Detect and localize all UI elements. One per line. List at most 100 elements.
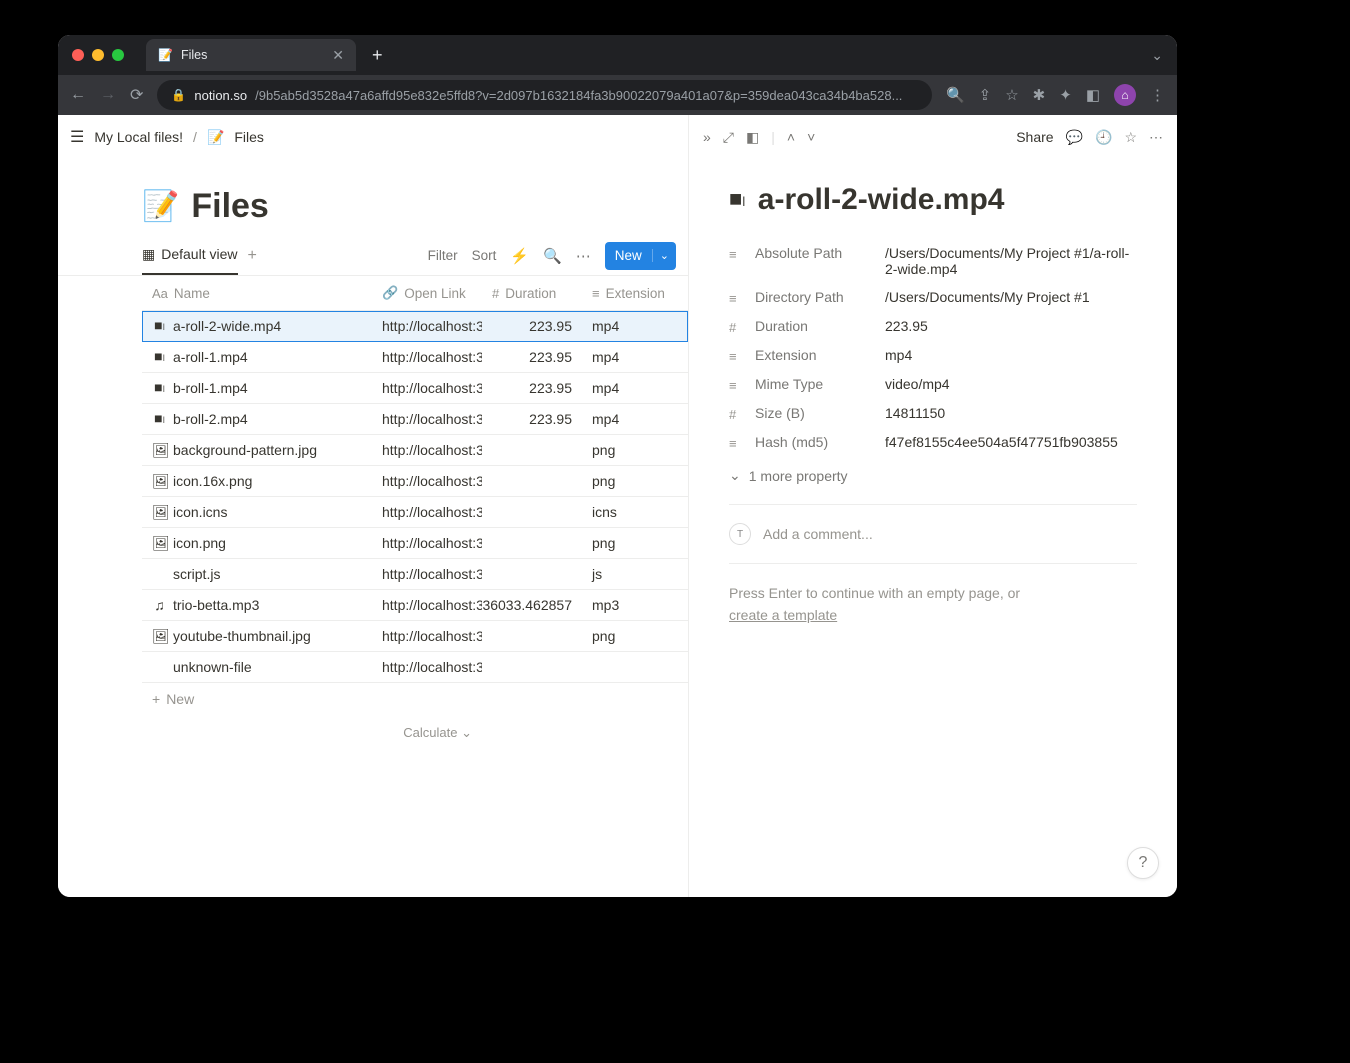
reload-button[interactable]: ⟳	[130, 85, 143, 105]
back-button[interactable]: ←	[70, 86, 86, 104]
cell-name[interactable]: ■၊b-roll-1.mp4	[142, 373, 372, 403]
share-page-icon[interactable]: ⇪	[979, 86, 992, 104]
cell-link[interactable]: http://localhost:30	[372, 652, 482, 682]
browser-tab[interactable]: 📝 Files ✕	[146, 39, 356, 71]
cell-name[interactable]: 🖼background-pattern.jpg	[142, 435, 372, 465]
tab-default-view[interactable]: ▦ Default view	[142, 236, 238, 275]
cell-name[interactable]: 🖼icon.png	[142, 528, 372, 558]
minimize-window-button[interactable]	[92, 49, 104, 61]
breadcrumb-root[interactable]: My Local files!	[94, 129, 183, 145]
property-value[interactable]: /Users/Documents/My Project #1	[885, 289, 1137, 305]
sidebar-toggle-icon[interactable]: ☰	[70, 127, 84, 147]
cell-extension[interactable]: js	[582, 559, 682, 589]
table-row[interactable]: ♫trio-betta.mp3http://localhost:3036033.…	[142, 590, 688, 621]
table-row[interactable]: 🖼icon.icnshttp://localhost:30 icns	[142, 497, 688, 528]
comment-input[interactable]: T Add a comment...	[729, 515, 1137, 553]
property-row[interactable]: #Duration223.95	[729, 312, 1137, 341]
cell-link[interactable]: http://localhost:30	[372, 466, 482, 496]
peek-mode-icon[interactable]: ◧	[746, 129, 759, 146]
lightning-icon[interactable]: ⚡	[510, 247, 529, 265]
cell-duration[interactable]	[482, 466, 582, 496]
updates-icon[interactable]: 🕘	[1095, 129, 1112, 146]
new-button[interactable]: New ⌄	[605, 242, 676, 270]
cell-name[interactable]: unknown-file	[142, 652, 372, 682]
favorite-icon[interactable]: ☆	[1124, 129, 1137, 146]
cell-link[interactable]: http://localhost:30	[372, 497, 482, 527]
cell-extension[interactable]: png	[582, 528, 682, 558]
comments-icon[interactable]: 💬	[1066, 129, 1083, 146]
calculate-button[interactable]: Calculate ⌄	[142, 715, 486, 741]
side-panel-icon[interactable]: ◧	[1086, 86, 1100, 104]
cell-link[interactable]: http://localhost:30	[372, 373, 482, 403]
sort-button[interactable]: Sort	[472, 248, 497, 263]
cell-name[interactable]: ♫trio-betta.mp3	[142, 590, 372, 620]
add-view-button[interactable]: +	[248, 247, 257, 265]
new-tab-button[interactable]: +	[364, 45, 391, 66]
cell-link[interactable]: http://localhost:30	[372, 311, 482, 341]
cell-duration[interactable]	[482, 559, 582, 589]
cell-extension[interactable]: mp3	[582, 590, 682, 620]
browser-menu-icon[interactable]: ⋮	[1150, 86, 1165, 104]
close-window-button[interactable]	[72, 49, 84, 61]
table-row[interactable]: 🖼youtube-thumbnail.jpghttp://localhost:3…	[142, 621, 688, 652]
prev-record-icon[interactable]: ˄	[787, 129, 795, 145]
extensions-puzzle-icon[interactable]: ✦	[1059, 86, 1072, 104]
cell-extension[interactable]	[582, 652, 682, 682]
cell-name[interactable]: 🖼icon.icns	[142, 497, 372, 527]
property-row[interactable]: #Size (B)14811150	[729, 399, 1137, 428]
cell-link[interactable]: http://localhost:30	[372, 559, 482, 589]
property-value[interactable]: 14811150	[885, 405, 1137, 421]
cell-duration[interactable]: 223.95	[482, 373, 582, 403]
table-row[interactable]: 🖼icon.16x.pnghttp://localhost:30png	[142, 466, 688, 497]
extension-icon[interactable]: ✱	[1033, 86, 1046, 104]
property-value[interactable]: 223.95	[885, 318, 1137, 334]
cell-duration[interactable]	[482, 435, 582, 465]
expand-icon[interactable]: ⤢	[723, 129, 734, 146]
cell-extension[interactable]: mp4	[582, 404, 682, 434]
property-value[interactable]: /Users/Documents/My Project #1/a-roll-2-…	[885, 245, 1137, 277]
collapse-icon[interactable]: »	[703, 129, 711, 145]
table-row[interactable]: ■၊a-roll-1.mp4http://localhost:30223.95m…	[142, 342, 688, 373]
cell-duration[interactable]: 223.95	[482, 342, 582, 372]
column-open-link[interactable]: 🔗Open Link	[372, 276, 482, 310]
cell-link[interactable]: http://localhost:30	[372, 404, 482, 434]
help-button[interactable]: ?	[1127, 847, 1159, 879]
cell-duration[interactable]	[482, 497, 582, 527]
filter-button[interactable]: Filter	[428, 248, 458, 263]
cell-name[interactable]: script.js	[142, 559, 372, 589]
cell-duration[interactable]: 223.95	[482, 311, 582, 341]
cell-extension[interactable]: mp4	[582, 311, 682, 341]
chevron-down-icon[interactable]: ⌄	[652, 249, 676, 262]
cell-duration[interactable]: 223.95	[482, 404, 582, 434]
cell-link[interactable]: http://localhost:30	[372, 528, 482, 558]
tab-close-icon[interactable]: ✕	[332, 47, 344, 64]
cell-extension[interactable]: mp4	[582, 373, 682, 403]
cell-extension[interactable]: mp4	[582, 342, 682, 372]
column-duration[interactable]: #Duration	[482, 276, 582, 310]
cell-extension[interactable]: png	[582, 621, 682, 651]
page-emoji-icon[interactable]: 📝	[142, 189, 179, 224]
profile-avatar[interactable]: ⌂	[1114, 84, 1136, 106]
search-icon[interactable]: 🔍	[946, 86, 965, 104]
property-row[interactable]: ≡Absolute Path/Users/Documents/My Projec…	[729, 239, 1137, 283]
add-row-button[interactable]: +New	[58, 683, 688, 715]
column-extension[interactable]: ≡Extension	[582, 276, 682, 310]
cell-link[interactable]: http://localhost:30	[372, 590, 482, 620]
table-row[interactable]: ■၊b-roll-1.mp4http://localhost:30223.95m…	[142, 373, 688, 404]
address-bar[interactable]: 🔒 notion.so/9b5ab5d3528a47a6affd95e832e5…	[157, 80, 932, 110]
cell-extension[interactable]: icns	[582, 497, 682, 527]
property-row[interactable]: ≡Hash (md5)f47ef8155c4ee504a5f47751fb903…	[729, 428, 1137, 457]
maximize-window-button[interactable]	[112, 49, 124, 61]
cell-link[interactable]: http://localhost:30	[372, 621, 482, 651]
property-row[interactable]: ≡Extensionmp4	[729, 341, 1137, 370]
column-name[interactable]: AaName	[142, 276, 372, 310]
property-value[interactable]: f47ef8155c4ee504a5f47751fb903855	[885, 434, 1137, 450]
breadcrumb-page[interactable]: Files	[234, 129, 264, 145]
next-record-icon[interactable]: ˅	[807, 129, 815, 145]
table-row[interactable]: script.jshttp://localhost:30 js	[142, 559, 688, 590]
detail-title[interactable]: ■၊ a-roll-2-wide.mp4	[729, 183, 1137, 217]
table-row[interactable]: 🖼background-pattern.jpghttp://localhost:…	[142, 435, 688, 466]
property-value[interactable]: video/mp4	[885, 376, 1137, 392]
create-template-link[interactable]: create a template	[729, 607, 837, 623]
cell-duration[interactable]	[482, 652, 582, 682]
